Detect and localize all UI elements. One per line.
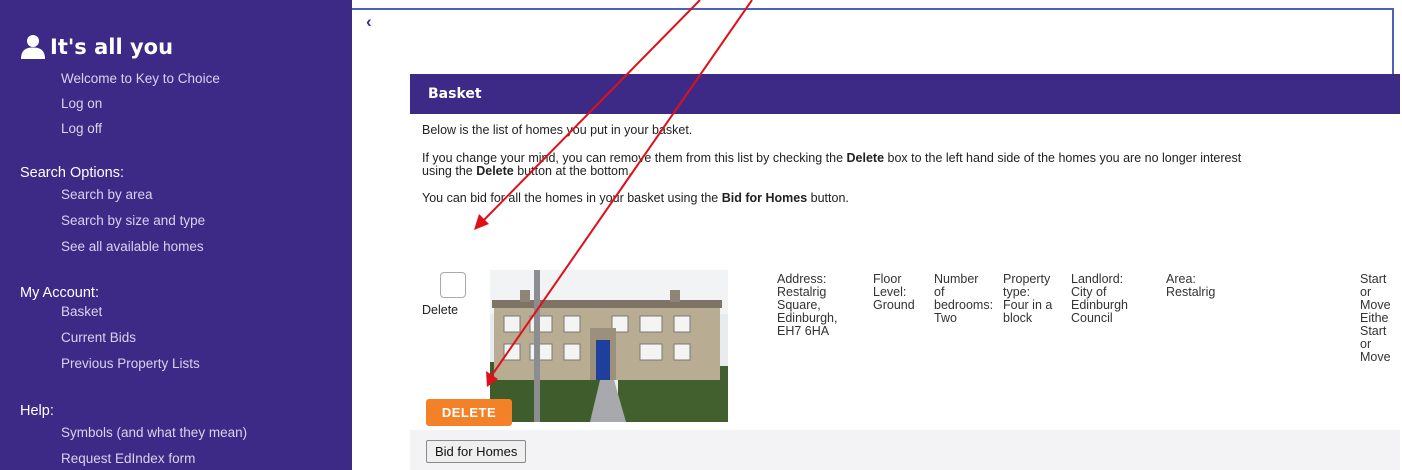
nav-search-by-size[interactable]: Search by size and type bbox=[61, 213, 205, 228]
delete-checkbox-label: Delete bbox=[422, 303, 459, 317]
nav-search-by-area[interactable]: Search by area bbox=[61, 187, 153, 202]
basket-bid-text: You can bid for all the homes in your ba… bbox=[422, 191, 849, 205]
nav-previous-lists[interactable]: Previous Property Lists bbox=[61, 356, 200, 371]
delete-checkbox[interactable] bbox=[440, 272, 466, 298]
nav-symbols[interactable]: Symbols (and what they mean) bbox=[61, 425, 247, 440]
help-heading: Help: bbox=[20, 403, 54, 419]
basket-header: Basket bbox=[410, 74, 1400, 114]
nav-welcome[interactable]: Welcome to Key to Choice bbox=[61, 71, 220, 86]
basket-title: Basket bbox=[428, 86, 482, 102]
sidebar: It's all you Welcome to Key to Choice Lo… bbox=[0, 0, 352, 470]
property-bedrooms: Number of bedrooms: Two bbox=[934, 272, 994, 325]
nav-basket[interactable]: Basket bbox=[61, 304, 102, 319]
delete-button[interactable]: DELETE bbox=[426, 399, 512, 426]
brand-title: It's all you bbox=[50, 35, 174, 59]
basket-intro-text: Below is the list of homes you put in yo… bbox=[422, 123, 693, 137]
property-photo[interactable] bbox=[490, 270, 728, 422]
property-landlord: Landlord: City of Edinburgh Council bbox=[1071, 272, 1128, 325]
property-area: Area: Restalrig bbox=[1166, 272, 1216, 299]
collapse-sidebar-icon[interactable]: ‹ bbox=[366, 12, 372, 32]
property-floor-level: Floor Level: Ground bbox=[873, 272, 915, 312]
property-type: Property type: Four in a block bbox=[1003, 272, 1053, 325]
bid-for-homes-button[interactable]: Bid for Homes bbox=[426, 440, 527, 463]
basket-body: Below is the list of homes you put in yo… bbox=[410, 114, 1400, 430]
nav-all-homes[interactable]: See all available homes bbox=[61, 239, 204, 254]
property-start-or-move: Start or Move Eithe Start or Move bbox=[1360, 272, 1391, 364]
main-content: ‹ Basket Below is the list of homes you … bbox=[352, 0, 1402, 470]
user-icon bbox=[21, 35, 45, 59]
frame-top-border bbox=[352, 8, 1394, 10]
my-account-heading: My Account: bbox=[20, 285, 99, 301]
basket-panel: Basket Below is the list of homes you pu… bbox=[410, 74, 1400, 470]
nav-log-off[interactable]: Log off bbox=[61, 121, 102, 136]
nav-current-bids[interactable]: Current Bids bbox=[61, 330, 136, 345]
nav-log-on[interactable]: Log on bbox=[61, 96, 102, 111]
nav-edindex-form[interactable]: Request EdIndex form bbox=[61, 451, 195, 466]
brand: It's all you bbox=[20, 32, 173, 62]
property-address: Address: Restalrig Square, Edinburgh, EH… bbox=[777, 272, 838, 338]
search-options-heading: Search Options: bbox=[20, 165, 124, 181]
basket-remove-text-line2: using the Delete button at the bottom. bbox=[422, 164, 632, 178]
